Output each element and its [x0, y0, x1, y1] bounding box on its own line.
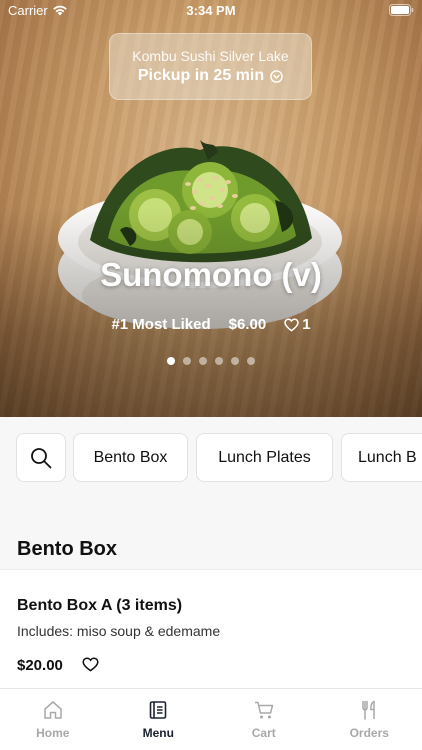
app-screen: Carrier 3:34 PM Kombu Sushi Silver Lake … — [0, 0, 422, 750]
featured-dish-meta: #1 Most Liked $6.00 1 — [0, 316, 422, 333]
item-name: Bento Box A (3 items) — [17, 597, 183, 614]
tab-menu[interactable]: Menu — [106, 689, 212, 750]
like-count: 1 — [302, 316, 311, 333]
carousel-dot[interactable] — [215, 357, 223, 365]
item-description: Includes: miso soup & edemame — [17, 623, 221, 639]
section-header: Bento Box — [0, 500, 422, 570]
tab-label: Home — [36, 726, 70, 740]
category-bar: Bento Box Lunch Plates Lunch B — [0, 417, 422, 500]
carousel-dot[interactable] — [167, 357, 175, 365]
dish-price: $6.00 — [228, 316, 267, 333]
chevron-circle-icon — [270, 69, 283, 83]
featured-dish-title: Sunomono (v) — [100, 256, 322, 293]
dish-rank: #1 Most Liked — [111, 316, 211, 333]
tab-home[interactable]: Home — [0, 689, 106, 750]
status-bar: Carrier 3:34 PM — [0, 0, 422, 22]
pickup-time-row: Pickup in 25 min — [110, 67, 311, 85]
carousel-dot[interactable] — [183, 357, 191, 365]
featured-hero[interactable]: Carrier 3:34 PM Kombu Sushi Silver Lake … — [0, 0, 422, 417]
heart-icon[interactable] — [82, 657, 99, 672]
carousel-pagination[interactable] — [0, 357, 422, 365]
clock: 3:34 PM — [186, 3, 236, 18]
home-icon — [44, 701, 62, 719]
tab-label: Cart — [251, 726, 276, 740]
menu-icon — [149, 701, 167, 719]
tab-orders[interactable]: Orders — [317, 689, 422, 750]
carousel-dot[interactable] — [231, 357, 239, 365]
category-chip-lunch-b[interactable]: Lunch B — [341, 433, 422, 482]
store-name: Kombu Sushi Silver Lake — [132, 48, 289, 64]
category-chip-bento-box[interactable]: Bento Box — [73, 433, 188, 482]
carousel-dot[interactable] — [247, 357, 255, 365]
dish-likes[interactable]: 1 — [284, 316, 311, 333]
search-button[interactable] — [16, 433, 66, 482]
menu-item-card[interactable]: Bento Box A (3 items) Includes: miso sou… — [0, 570, 422, 688]
tab-bar: Home Menu Cart Orders — [0, 688, 422, 750]
section-title: Bento Box — [17, 538, 117, 560]
search-icon — [31, 447, 52, 468]
battery-icon — [389, 4, 414, 16]
category-chip-lunch-plates[interactable]: Lunch Plates — [196, 433, 333, 482]
heart-icon — [284, 317, 299, 332]
pickup-time: Pickup in 25 min — [137, 67, 265, 84]
hero-gradient-overlay — [0, 207, 422, 417]
cart-icon — [254, 701, 273, 719]
tab-label: Orders — [349, 726, 389, 740]
carousel-dot[interactable] — [199, 357, 207, 365]
store-pickup-selector[interactable]: Kombu Sushi Silver Lake Pickup in 25 min — [109, 33, 312, 100]
tab-label: Menu — [142, 726, 174, 740]
item-price: $20.00 — [17, 657, 63, 674]
tab-cart[interactable]: Cart — [211, 689, 317, 750]
orders-icon — [362, 700, 375, 720]
